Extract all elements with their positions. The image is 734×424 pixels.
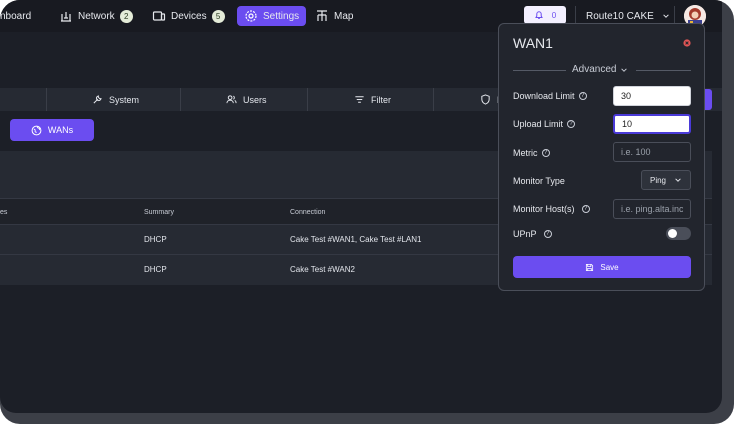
tab-divider <box>180 88 181 111</box>
monitor-type-text: Monitor Type <box>513 176 565 186</box>
modal-title: WAN1 <box>513 35 553 51</box>
metric-label: Metric ? <box>513 148 550 158</box>
nav-network[interactable]: Network 2 <box>59 6 133 26</box>
router-name: Route10 CAKE <box>586 10 654 22</box>
nav-devices[interactable]: Devices 5 <box>152 6 225 26</box>
upload-limit-input[interactable] <box>613 114 691 134</box>
help-icon[interactable]: ? <box>541 149 550 157</box>
connection-cell: Cake Test #WAN2 <box>290 265 355 274</box>
notifications-count: 0 <box>551 10 557 20</box>
chevron-down-icon <box>675 178 681 182</box>
monitor-type-value: Ping <box>649 175 666 185</box>
column-header-connection: Connection <box>290 208 326 216</box>
advanced-label: Advanced <box>572 64 617 75</box>
column-header: es <box>0 208 8 216</box>
nav-settings[interactable]: Settings <box>237 6 307 26</box>
save-icon <box>586 263 594 271</box>
devices-icon <box>152 11 166 21</box>
network-icon <box>61 12 71 22</box>
wan-settings-modal: WAN1 Advanced Download Limit ? Upload Li… <box>498 23 705 291</box>
advanced-toggle[interactable]: Advanced <box>572 64 628 75</box>
notifications-button[interactable]: 0 <box>524 6 566 24</box>
summary-cell: DHCP <box>144 235 167 244</box>
app-screen: nboard Network 2 Devices 5 Settings Map <box>0 0 722 413</box>
chevron-down-icon <box>663 14 669 18</box>
upload-limit-label: Upload Limit ? <box>513 119 576 129</box>
monitor-hosts-input[interactable] <box>613 199 691 219</box>
monitor-type-select[interactable]: Ping <box>641 170 691 190</box>
gear-icon <box>245 10 257 22</box>
divider-line <box>636 70 691 71</box>
nav-network-label: Network <box>78 10 115 22</box>
network-count-badge: 2 <box>119 9 133 23</box>
nav-map-label: Map <box>334 10 354 22</box>
upload-limit-text: Upload Limit <box>513 119 564 129</box>
upnp-toggle[interactable] <box>666 227 691 240</box>
tab-system-label: System <box>109 94 140 105</box>
nav-devices-label: Devices <box>171 10 207 22</box>
metric-text: Metric <box>513 148 538 158</box>
nav-dashboard[interactable]: nboard <box>0 6 31 26</box>
wans-button[interactable]: WANs <box>10 119 94 141</box>
download-limit-input[interactable] <box>613 86 691 106</box>
save-label: Save <box>600 262 619 272</box>
monitor-hosts-text: Monitor Host(s) <box>513 204 575 214</box>
help-icon[interactable]: ? <box>543 230 552 238</box>
column-header-summary: Summary <box>144 208 174 216</box>
map-icon <box>317 10 327 21</box>
users-icon <box>226 95 237 104</box>
tab-divider <box>433 88 434 111</box>
help-icon[interactable]: ? <box>581 205 590 213</box>
devices-count-badge: 5 <box>211 9 225 23</box>
globe-icon <box>31 125 42 135</box>
wrench-icon <box>93 95 102 104</box>
save-button[interactable]: Save <box>513 256 691 278</box>
tab-users-label: Users <box>243 94 267 105</box>
shield-icon <box>481 94 490 105</box>
filter-icon <box>355 96 364 103</box>
upnp-text: UPnP <box>513 229 537 239</box>
metric-input[interactable] <box>613 142 691 162</box>
nav-settings-label: Settings <box>263 10 300 22</box>
divider-line <box>513 70 566 71</box>
toggle-knob <box>668 229 677 238</box>
tab-users[interactable]: Users <box>226 88 267 111</box>
download-limit-label: Download Limit ? <box>513 91 587 101</box>
nav-dashboard-label: nboard <box>0 10 32 22</box>
chevron-down-icon <box>621 67 628 72</box>
download-limit-text: Download Limit <box>513 91 575 101</box>
monitor-hosts-label: Monitor Host(s) ? <box>513 204 590 214</box>
help-icon[interactable]: ? <box>567 120 576 128</box>
connection-cell: Cake Test #WAN1, Cake Test #LAN1 <box>290 235 422 244</box>
wans-button-label: WANs <box>47 125 74 135</box>
help-icon[interactable]: ? <box>578 92 587 100</box>
tab-filter[interactable]: Filter <box>354 88 391 111</box>
tab-filter-label: Filter <box>371 94 391 105</box>
monitor-type-label: Monitor Type <box>513 176 565 186</box>
device-frame: nboard Network 2 Devices 5 Settings Map <box>0 0 734 424</box>
close-icon[interactable] <box>683 39 691 47</box>
bell-icon <box>534 11 543 19</box>
nav-map[interactable]: Map <box>315 6 353 26</box>
tab-divider <box>307 88 308 111</box>
tab-system[interactable]: System <box>92 88 139 111</box>
tab-divider <box>46 88 47 111</box>
upnp-label: UPnP ? <box>513 229 552 239</box>
summary-cell: DHCP <box>144 265 167 274</box>
